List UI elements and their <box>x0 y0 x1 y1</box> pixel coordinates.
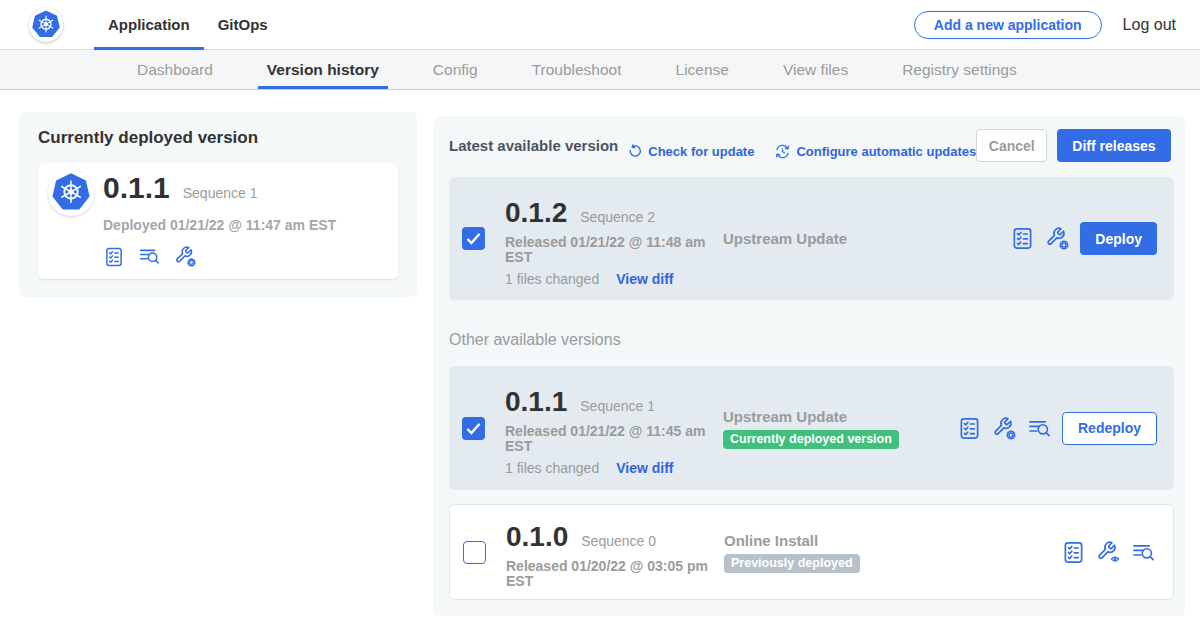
schedule-icon <box>774 143 791 160</box>
app-logo-icon <box>48 170 94 216</box>
top-navbar: Application GitOps Add a new application… <box>0 0 1200 50</box>
edit-config-icon[interactable] <box>174 245 197 268</box>
released-timestamp: Released 01/21/22 @ 11:48 am EST <box>505 235 711 265</box>
edit-config-icon[interactable] <box>992 416 1017 441</box>
subnav-dashboard[interactable]: Dashboard <box>128 50 222 89</box>
tab-gitops-label: GitOps <box>218 16 268 33</box>
subnav-registry-settings[interactable]: Registry settings <box>893 50 1026 89</box>
add-new-application-button[interactable]: Add a new application <box>914 11 1102 39</box>
configure-auto-updates-link[interactable]: Configure automatic updates <box>774 143 976 160</box>
subnav-config[interactable]: Config <box>424 50 487 89</box>
latest-version-header: Latest available version Check for updat… <box>449 129 1174 162</box>
view-diff-icon[interactable] <box>1027 416 1052 441</box>
diff-releases-button[interactable]: Diff releases <box>1057 129 1170 162</box>
subnav-version-history[interactable]: Version history <box>258 50 388 89</box>
version-source-label: Upstream Update <box>723 408 938 425</box>
deploy-button[interactable]: Deploy <box>1080 222 1157 255</box>
files-changed-label: 1 files changed <box>505 271 599 287</box>
check-for-update-link[interactable]: Check for update <box>628 144 754 159</box>
edit-config-icon[interactable] <box>1045 226 1070 251</box>
currently-deployed-title: Currently deployed version <box>38 128 398 148</box>
deployed-version-number: 0.1.1 <box>103 173 170 203</box>
tab-application-label: Application <box>108 16 190 33</box>
check-for-update-label: Check for update <box>648 144 754 159</box>
released-timestamp: Released 01/20/22 @ 03:05 pm EST <box>506 559 712 589</box>
redeploy-button[interactable]: Redeploy <box>1062 412 1157 445</box>
version-number: 0.1.2 <box>505 197 567 229</box>
other-versions-title: Other available versions <box>449 331 1174 349</box>
view-config-icon[interactable] <box>1096 540 1121 565</box>
version-checkbox[interactable] <box>462 417 485 440</box>
version-source-label: Online Install <box>724 532 939 549</box>
release-notes-icon[interactable] <box>1061 540 1086 565</box>
app-subnav: Dashboard Version history Config Trouble… <box>0 50 1200 90</box>
deployed-sequence-label: Sequence 1 <box>183 185 258 201</box>
cancel-button[interactable]: Cancel <box>976 129 1047 162</box>
tab-application[interactable]: Application <box>94 0 204 50</box>
subnav-license[interactable]: License <box>667 50 738 89</box>
app-nav-tabs: Application GitOps <box>94 0 282 50</box>
kubernetes-logo-icon <box>29 8 63 42</box>
sequence-label: Sequence 1 <box>580 398 655 414</box>
version-number: 0.1.0 <box>506 521 568 553</box>
files-changed-label: 1 files changed <box>505 460 599 476</box>
deployed-version-box: 0.1.1 Sequence 1 Deployed 01/21/22 @ 11:… <box>38 163 398 279</box>
view-diff-link[interactable]: View diff <box>616 460 673 476</box>
main-content: Currently deployed version 0.1.1 Sequenc… <box>0 90 1200 616</box>
currently-deployed-badge: Currently deployed version <box>723 430 899 449</box>
sequence-label: Sequence 2 <box>580 209 655 225</box>
logout-link[interactable]: Log out <box>1123 16 1176 34</box>
subnav-view-files[interactable]: View files <box>774 50 857 89</box>
release-notes-icon[interactable] <box>103 246 125 268</box>
version-row-0.1.1: 0.1.1 Sequence 1 Released 01/21/22 @ 11:… <box>449 366 1174 490</box>
version-checkbox[interactable] <box>462 227 485 250</box>
previously-deployed-badge: Previously deployed <box>724 554 860 573</box>
version-checkbox[interactable] <box>463 541 486 564</box>
subnav-troubleshoot[interactable]: Troubleshoot <box>523 50 631 89</box>
version-row-0.1.2: 0.1.2 Sequence 2 Released 01/21/22 @ 11:… <box>449 177 1174 300</box>
release-notes-icon[interactable] <box>957 416 982 441</box>
version-number: 0.1.1 <box>505 386 567 418</box>
version-source-label: Upstream Update <box>723 230 938 247</box>
latest-version-title: Latest available version <box>449 137 618 154</box>
tab-gitops[interactable]: GitOps <box>204 0 282 50</box>
currently-deployed-card: Currently deployed version 0.1.1 Sequenc… <box>19 112 417 297</box>
configure-auto-updates-label: Configure automatic updates <box>796 144 976 159</box>
refresh-icon <box>628 144 643 159</box>
deployed-timestamp: Deployed 01/21/22 @ 11:47 am EST <box>103 217 336 233</box>
version-history-panel: Latest available version Check for updat… <box>433 116 1185 616</box>
view-diff-icon[interactable] <box>138 245 161 268</box>
view-diff-link[interactable]: View diff <box>616 271 673 287</box>
release-notes-icon[interactable] <box>1010 226 1035 251</box>
version-row-0.1.0: 0.1.0 Sequence 0 Released 01/20/22 @ 03:… <box>449 504 1174 600</box>
released-timestamp: Released 01/21/22 @ 11:45 am EST <box>505 424 711 454</box>
view-diff-icon[interactable] <box>1131 540 1156 565</box>
sequence-label: Sequence 0 <box>581 533 656 549</box>
